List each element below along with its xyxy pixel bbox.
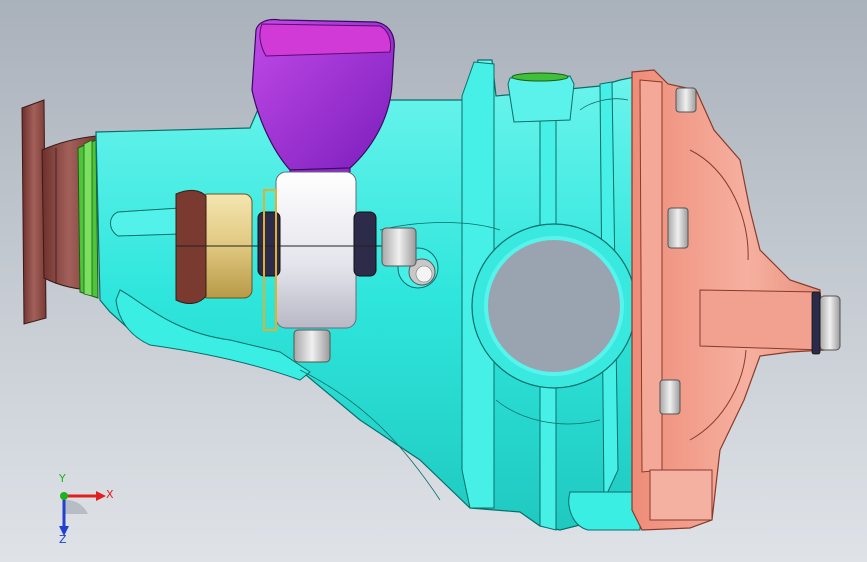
gearbox-model[interactable] xyxy=(0,0,867,562)
seal-ring xyxy=(77,139,99,299)
3d-viewport[interactable]: X Y Z xyxy=(0,0,867,562)
axis-triad: X Y Z xyxy=(40,472,120,548)
bearing-sleeve[interactable] xyxy=(175,189,260,304)
y-axis-dot xyxy=(60,492,68,500)
x-axis-label: X xyxy=(106,488,114,501)
x-axis-arrow xyxy=(96,491,106,501)
y-axis-label: Y xyxy=(59,472,66,485)
carrier-cover[interactable] xyxy=(631,69,825,531)
z-axis-label: Z xyxy=(59,533,67,546)
